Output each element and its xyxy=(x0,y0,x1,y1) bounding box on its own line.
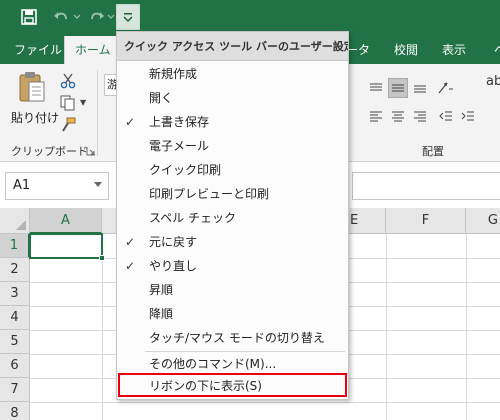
align-left-icon[interactable] xyxy=(366,106,386,126)
undo-icon[interactable] xyxy=(50,6,72,28)
row-header-6[interactable]: 6 xyxy=(0,354,30,378)
menu-item-save[interactable]: ✓ 上書き保存 xyxy=(117,110,348,134)
grid-line xyxy=(102,234,103,420)
tab-view[interactable]: 表示 xyxy=(432,36,476,64)
menu-item-label: 上書き保存 xyxy=(149,115,210,129)
menu-item-label: 開く xyxy=(149,91,174,105)
column-header-f[interactable]: F xyxy=(386,208,466,234)
grid-line xyxy=(386,234,387,420)
group-divider xyxy=(97,70,98,156)
dialog-launcher-icon[interactable] xyxy=(86,145,96,156)
menu-item-sort-ascending[interactable]: 昇順 xyxy=(117,278,348,302)
menu-item-label: 印刷プレビューと印刷 xyxy=(149,187,270,201)
undo-dropdown-icon[interactable] xyxy=(72,6,82,28)
copy-icon[interactable] xyxy=(58,94,78,112)
alignment-buttons xyxy=(360,72,490,142)
menu-item-label: その他のコマンド(M)... xyxy=(149,357,277,371)
menu-item-redo[interactable]: ✓ やり直し xyxy=(117,254,348,278)
column-header-e-label: E xyxy=(350,213,359,228)
tab-file[interactable]: ファイル xyxy=(4,36,72,64)
decrease-indent-icon[interactable] xyxy=(436,106,456,126)
row-header-5[interactable]: 5 xyxy=(0,330,30,354)
row-header-7[interactable]: 7 xyxy=(0,378,30,402)
menu-item-label: タッチ/マウス モードの切り替え xyxy=(149,331,325,345)
row-header-3[interactable]: 3 xyxy=(0,282,30,306)
redo-dropdown-icon[interactable] xyxy=(106,6,116,28)
active-cell-a1[interactable] xyxy=(29,233,103,259)
tab-review[interactable]: 校閲 xyxy=(384,36,428,64)
formula-input[interactable] xyxy=(352,172,500,200)
customize-qat-menu: クイック アクセス ツール バーのユーザー設定 新規作成 開く ✓ 上書き保存 … xyxy=(116,31,349,400)
tab-help-partial[interactable]: へ xyxy=(484,36,500,64)
menu-item-label: 昇順 xyxy=(149,283,174,297)
menu-item-open[interactable]: 開く xyxy=(117,86,348,110)
column-header-a[interactable]: A xyxy=(30,208,102,234)
menu-item-quick-print[interactable]: クイック印刷 xyxy=(117,158,348,182)
menu-item-spell-check[interactable]: スペル チェック xyxy=(117,206,348,230)
clipboard-group-label: クリップボード xyxy=(11,145,88,158)
align-right-icon[interactable] xyxy=(410,106,430,126)
column-header-g[interactable]: G xyxy=(466,208,500,234)
cut-icon[interactable] xyxy=(58,72,78,90)
menu-item-print-preview[interactable]: 印刷プレビューと印刷 xyxy=(117,182,348,206)
menu-item-sort-descending[interactable]: 降順 xyxy=(117,302,348,326)
menu-item-touch-mouse-mode[interactable]: タッチ/マウス モードの切り替え xyxy=(117,326,348,350)
align-top-icon[interactable] xyxy=(366,78,386,98)
wrap-text-icon[interactable]: ab xyxy=(486,74,500,89)
row-header-4[interactable]: 4 xyxy=(0,306,30,330)
save-icon[interactable] xyxy=(18,6,40,28)
menu-item-label: クイック印刷 xyxy=(149,163,222,177)
check-icon: ✓ xyxy=(125,115,136,129)
align-middle-icon[interactable] xyxy=(388,78,408,98)
orientation-icon[interactable] xyxy=(436,78,456,98)
menu-item-label: 電子メール xyxy=(149,139,210,153)
format-painter-icon[interactable] xyxy=(58,116,78,134)
tab-data[interactable]: ータ xyxy=(346,36,380,64)
menu-item-label: やり直し xyxy=(149,259,198,273)
highlight-annotation-box xyxy=(118,373,347,397)
select-all-corner[interactable] xyxy=(0,208,30,234)
menu-item-label: 新規作成 xyxy=(149,67,198,81)
alignment-group-label: 配置 xyxy=(422,145,444,158)
menu-item-label: 元に戻す xyxy=(149,235,198,249)
check-icon: ✓ xyxy=(125,259,136,273)
menu-header: クイック アクセス ツール バーのユーザー設定 xyxy=(117,32,348,61)
align-bottom-icon[interactable] xyxy=(410,78,430,98)
row-header-2[interactable]: 2 xyxy=(0,258,30,282)
name-box[interactable]: A1 xyxy=(5,172,109,200)
redo-icon[interactable] xyxy=(86,6,108,28)
paste-icon[interactable] xyxy=(18,71,46,103)
menu-item-new[interactable]: 新規作成 xyxy=(117,62,348,86)
name-box-dropdown-icon[interactable] xyxy=(94,182,102,187)
grid-line xyxy=(30,402,500,403)
menu-item-undo[interactable]: ✓ 元に戻す xyxy=(117,230,348,254)
increase-indent-icon[interactable] xyxy=(458,106,478,126)
row-header-1[interactable]: 1 xyxy=(0,234,30,258)
row-header-8[interactable]: 8 xyxy=(0,402,30,420)
tab-home[interactable]: ホーム xyxy=(64,36,118,64)
paste-button-label[interactable]: 貼り付け xyxy=(11,109,59,126)
menu-item-label: 降順 xyxy=(149,307,174,321)
grid-line xyxy=(466,234,467,420)
menu-item-label: スペル チェック xyxy=(149,211,236,225)
customize-qat-icon[interactable] xyxy=(116,4,140,30)
check-icon: ✓ xyxy=(125,235,136,249)
fill-handle[interactable] xyxy=(99,255,105,261)
menu-item-email[interactable]: 電子メール xyxy=(117,134,348,158)
name-box-value: A1 xyxy=(13,178,31,193)
copy-dropdown-icon[interactable]: ▼ xyxy=(80,98,86,107)
align-center-icon[interactable] xyxy=(388,106,408,126)
